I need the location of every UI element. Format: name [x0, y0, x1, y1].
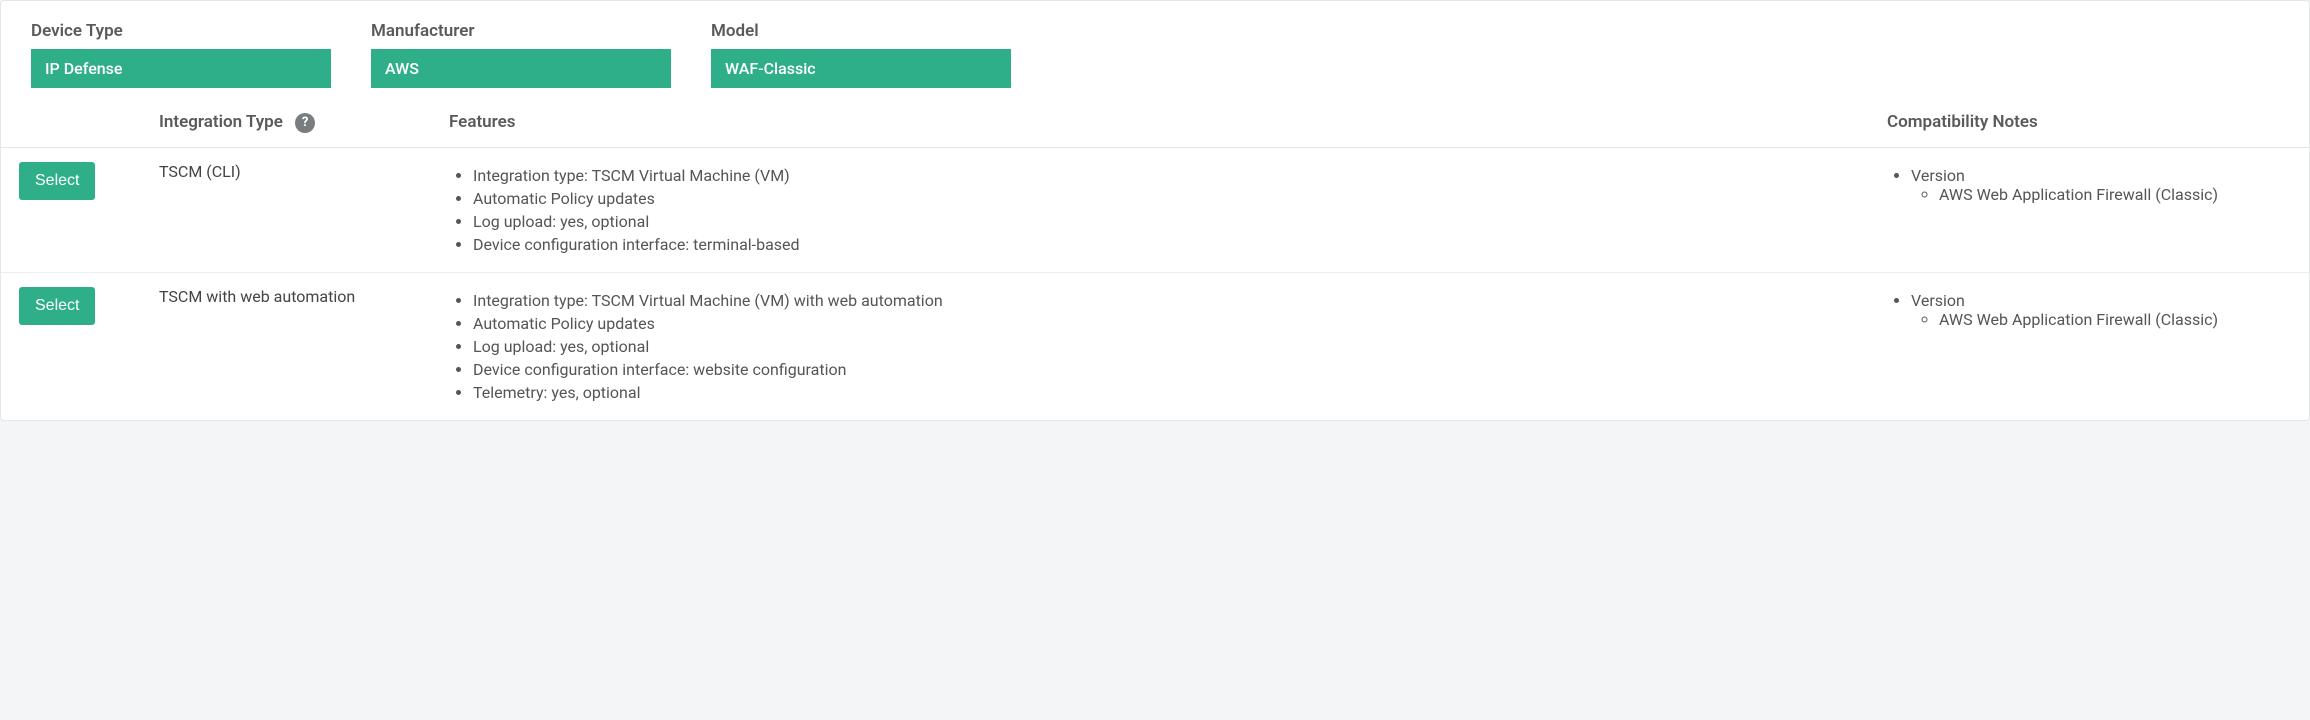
table-row: Select TSCM (CLI) Integration type: TSCM…: [1, 147, 2309, 272]
feature-item: Log upload: yes, optional: [473, 337, 1851, 356]
model-label: Model: [711, 21, 1011, 41]
integration-table: Integration Type ? Features Compatibilit…: [1, 98, 2309, 420]
integration-type-cell: TSCM with web automation: [141, 272, 431, 420]
filter-bar: Device Type IP Defense Manufacturer AWS …: [31, 21, 2279, 98]
feature-item: Integration type: TSCM Virtual Machine (…: [473, 291, 1851, 310]
col-select-header: [1, 98, 141, 147]
features-list: Integration type: TSCM Virtual Machine (…: [449, 166, 1851, 254]
help-icon[interactable]: ?: [295, 113, 315, 133]
device-type-select[interactable]: IP Defense: [31, 49, 331, 88]
compat-heading: Version AWS Web Application Firewall (Cl…: [1911, 291, 2291, 329]
col-integration-type-header: Integration Type ?: [141, 98, 431, 147]
feature-item: Automatic Policy updates: [473, 189, 1851, 208]
compat-list: Version AWS Web Application Firewall (Cl…: [1887, 291, 2291, 329]
feature-item: Automatic Policy updates: [473, 314, 1851, 333]
integration-type-header-text: Integration Type: [159, 112, 283, 132]
compat-item: AWS Web Application Firewall (Classic): [1939, 185, 2291, 204]
manufacturer-select[interactable]: AWS: [371, 49, 671, 88]
feature-item: Device configuration interface: terminal…: [473, 235, 1851, 254]
integration-type-cell: TSCM (CLI): [141, 147, 431, 272]
model-select[interactable]: WAF-Classic: [711, 49, 1011, 88]
select-button[interactable]: Select: [19, 287, 95, 325]
feature-item: Log upload: yes, optional: [473, 212, 1851, 231]
compat-list: Version AWS Web Application Firewall (Cl…: [1887, 166, 2291, 204]
table-row: Select TSCM with web automation Integrat…: [1, 272, 2309, 420]
select-button[interactable]: Select: [19, 162, 95, 200]
feature-item: Integration type: TSCM Virtual Machine (…: [473, 166, 1851, 185]
feature-item: Telemetry: yes, optional: [473, 383, 1851, 402]
feature-item: Device configuration interface: website …: [473, 360, 1851, 379]
compat-heading-text: Version: [1911, 291, 1965, 310]
device-type-label: Device Type: [31, 21, 331, 41]
features-list: Integration type: TSCM Virtual Machine (…: [449, 291, 1851, 402]
compat-item: AWS Web Application Firewall (Classic): [1939, 310, 2291, 329]
compat-heading: Version AWS Web Application Firewall (Cl…: [1911, 166, 2291, 204]
compat-heading-text: Version: [1911, 166, 1965, 185]
col-features-header: Features: [431, 98, 1869, 147]
manufacturer-label: Manufacturer: [371, 21, 671, 41]
col-compatibility-header: Compatibility Notes: [1869, 98, 2309, 147]
